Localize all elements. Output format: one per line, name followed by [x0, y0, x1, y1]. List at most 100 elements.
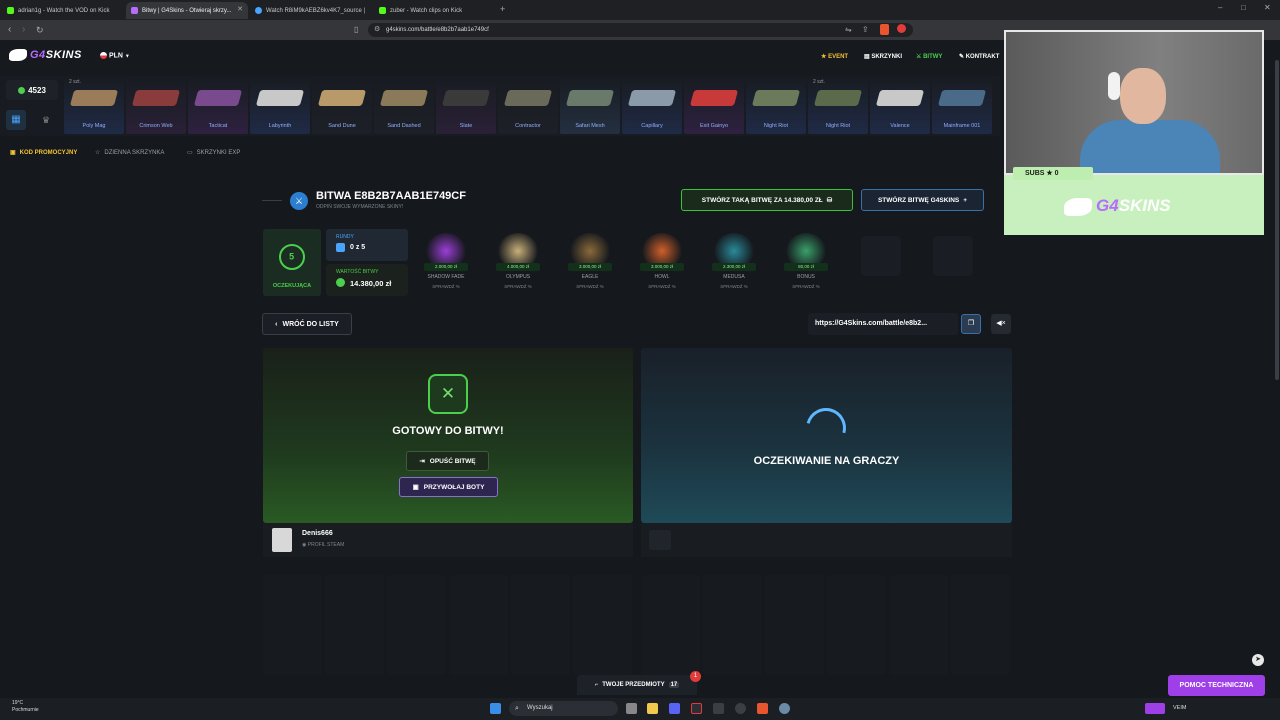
- grid-view-icon[interactable]: ▦: [6, 110, 26, 130]
- brave-shield-icon[interactable]: [880, 24, 889, 35]
- brave-rewards-icon[interactable]: [897, 24, 906, 33]
- battle-share-url[interactable]: https://G4Skins.com/battle/e8b2...: [808, 313, 958, 335]
- copy-icon[interactable]: ❐: [961, 314, 981, 334]
- brave-browser-icon[interactable]: [757, 703, 768, 714]
- browser-tab-active[interactable]: Bitwy | G4Skins - Otwieraj skrzy... ✕: [126, 2, 248, 19]
- case-name: MEDUSA: [723, 274, 745, 280]
- player-name[interactable]: Denis666: [302, 530, 333, 537]
- battle-case[interactable]: 4.000,00 zł OLYMPUS SPRAWDŹ %: [486, 229, 550, 296]
- leave-battle-button[interactable]: ⇥ OPUŚĆ BITWĘ: [406, 451, 489, 471]
- site-info-icon[interactable]: ⚙: [374, 25, 380, 33]
- translate-icon[interactable]: ⇋: [845, 22, 852, 38]
- browser-tab[interactable]: adrian1g - Watch the VOD on Kick: [2, 2, 124, 19]
- app-icon[interactable]: [713, 703, 724, 714]
- nav-battles-label: BITWY: [923, 54, 943, 60]
- discord-icon[interactable]: [669, 703, 680, 714]
- gun-icon: ⌐: [594, 682, 599, 688]
- close-tab-icon[interactable]: ✕: [237, 5, 243, 13]
- drop-item[interactable]: Tacticat: [188, 78, 248, 134]
- banner-suffix: SKINS: [1118, 196, 1171, 215]
- bookmark-icon[interactable]: ▯: [354, 22, 358, 38]
- case-check-link[interactable]: SPRAWDŹ %: [414, 284, 478, 289]
- weather-condition: Pochmurnie: [12, 707, 39, 713]
- close-window-icon[interactable]: ✕: [1264, 3, 1271, 12]
- case-check-link[interactable]: SPRAWDŹ %: [486, 284, 550, 289]
- battle-case[interactable]: 3.000,00 zł HOWL SPRAWDŹ %: [630, 229, 694, 296]
- daily-label: DZIENNA SKRZYNKA: [104, 149, 165, 156]
- drop-name: Capillary: [641, 123, 663, 129]
- create-g4-battle-button[interactable]: STWÓRZ BITWĘ G4SKINS +: [861, 189, 984, 211]
- daily-case-link[interactable]: ☆ DZIENNA SKRZYNKA: [95, 149, 165, 157]
- drop-item[interactable]: Contractor: [498, 78, 558, 134]
- back-arrow-icon[interactable]: ‹: [8, 22, 11, 38]
- reload-icon[interactable]: ↻: [36, 22, 44, 38]
- drop-item[interactable]: Sand Dashed: [374, 78, 434, 134]
- drop-item[interactable]: Exit Gainyo: [684, 78, 744, 134]
- battle-case[interactable]: 80,00 zł BONUS SPRAWDŹ %: [774, 229, 838, 296]
- crown-icon[interactable]: ♛: [36, 110, 56, 130]
- file-explorer-icon[interactable]: [647, 703, 658, 714]
- summon-bots-button[interactable]: ▣ PRZYWOŁAJ BOTY: [399, 477, 498, 497]
- weapon-image: [689, 90, 739, 106]
- drop-name: Valence: [890, 123, 910, 129]
- settings-icon[interactable]: [779, 703, 790, 714]
- avatar[interactable]: [272, 528, 292, 552]
- case-check-link[interactable]: SPRAWDŹ %: [774, 284, 838, 289]
- app-icon[interactable]: [735, 703, 746, 714]
- case-check-link[interactable]: SPRAWDŹ %: [630, 284, 694, 289]
- url-bar[interactable]: ⚙ g4skins.com/battle/e8b2b7aab1e749cf: [368, 23, 913, 37]
- currency-selector[interactable]: PLN ▼: [100, 52, 130, 59]
- player-info-bar: [263, 523, 633, 557]
- windows-start-icon[interactable]: [490, 703, 501, 714]
- steam-profile-link[interactable]: ◉ PROFIL STEAM: [302, 542, 344, 548]
- create-same-battle-button[interactable]: STWÓRZ TAKĄ BITWĘ ZA 14.380,00 ZŁ ⛁: [681, 189, 853, 211]
- maximize-icon[interactable]: □: [1241, 3, 1246, 12]
- promo-code-link[interactable]: ▣ KOD PROMOCYJNY: [10, 149, 77, 157]
- nav-contract[interactable]: ✎ KONTRAKT: [959, 53, 999, 60]
- forward-arrow-icon[interactable]: ›: [22, 22, 25, 38]
- drop-item[interactable]: Labyrinth: [250, 78, 310, 134]
- telegram-icon[interactable]: ➤: [1252, 654, 1264, 666]
- back-to-list-button[interactable]: ‹ WRÓĆ DO LISTY: [262, 313, 352, 335]
- drop-item[interactable]: Capillary: [622, 78, 682, 134]
- your-items-tab[interactable]: ⌐ TWOJE PRZEDMIOTY 17: [577, 675, 697, 695]
- page-scrollbar[interactable]: [1275, 60, 1279, 380]
- drop-item[interactable]: Night Riot: [746, 78, 806, 134]
- case-check-link[interactable]: SPRAWDŹ %: [702, 284, 766, 289]
- drop-name: Tacticat: [208, 123, 228, 129]
- app-icon[interactable]: [1145, 703, 1165, 714]
- browser-tab[interactable]: Watch R8iM9kAEBZ6kv4K7_source |: [250, 2, 372, 19]
- drop-item[interactable]: Valence: [870, 78, 930, 134]
- drop-item[interactable]: Mainframe 001: [932, 78, 992, 134]
- exp-cases-link[interactable]: ▭ SKRZYNKI EXP: [187, 149, 240, 157]
- nav-event[interactable]: ★ EVENT: [821, 53, 848, 60]
- drop-item[interactable]: 2 szt. Poly Mag: [64, 78, 124, 134]
- battle-case[interactable]: 3.000,00 zł EAGLE SPRAWDŹ %: [558, 229, 622, 296]
- taskbar-search[interactable]: ⌕ Wyszukaj: [509, 701, 618, 716]
- share-icon[interactable]: ⇪: [862, 22, 869, 38]
- case-check-label: SPRAWDŹ: [720, 284, 743, 289]
- mute-sound-icon[interactable]: ◀×: [991, 314, 1011, 334]
- tech-support-button[interactable]: POMOC TECHNICZNA: [1168, 675, 1265, 696]
- item-placeholder: [827, 575, 886, 675]
- drop-item[interactable]: Sand Dune: [312, 78, 372, 134]
- create-same-label: STWÓRZ TAKĄ BITWĘ ZA 14.380,00 ZŁ: [701, 196, 823, 204]
- drop-item[interactable]: 2 szt. Night Riot: [808, 78, 868, 134]
- drop-item[interactable]: Safari Mesh: [560, 78, 620, 134]
- case-check-link[interactable]: SPRAWDŹ %: [558, 284, 622, 289]
- battle-case[interactable]: 2.300,00 zł MEDUSA SPRAWDŹ %: [702, 229, 766, 296]
- drop-item[interactable]: Slate: [436, 78, 496, 134]
- battle-case[interactable]: 2.000,00 zł SHADOW FADE SPRAWDŹ %: [414, 229, 478, 296]
- nav-cases[interactable]: ▤ SKRZYNKI: [864, 53, 902, 60]
- new-tab-icon[interactable]: +: [500, 4, 505, 14]
- drop-item[interactable]: Crimson Web: [126, 78, 186, 134]
- site-logo[interactable]: G4SKINS: [9, 49, 82, 62]
- browser-tab[interactable]: zuber - Watch clips on Kick: [374, 2, 496, 19]
- minimize-icon[interactable]: –: [1218, 3, 1222, 12]
- task-view-icon[interactable]: [626, 703, 637, 714]
- weather-widget[interactable]: 19°C Pochmurnie: [12, 700, 39, 714]
- drop-name: Poly Mag: [82, 123, 106, 129]
- nav-battles[interactable]: ⚔ BITWY: [916, 53, 942, 60]
- rounds-label: RUNDY: [336, 234, 354, 240]
- app-icon[interactable]: [691, 703, 702, 714]
